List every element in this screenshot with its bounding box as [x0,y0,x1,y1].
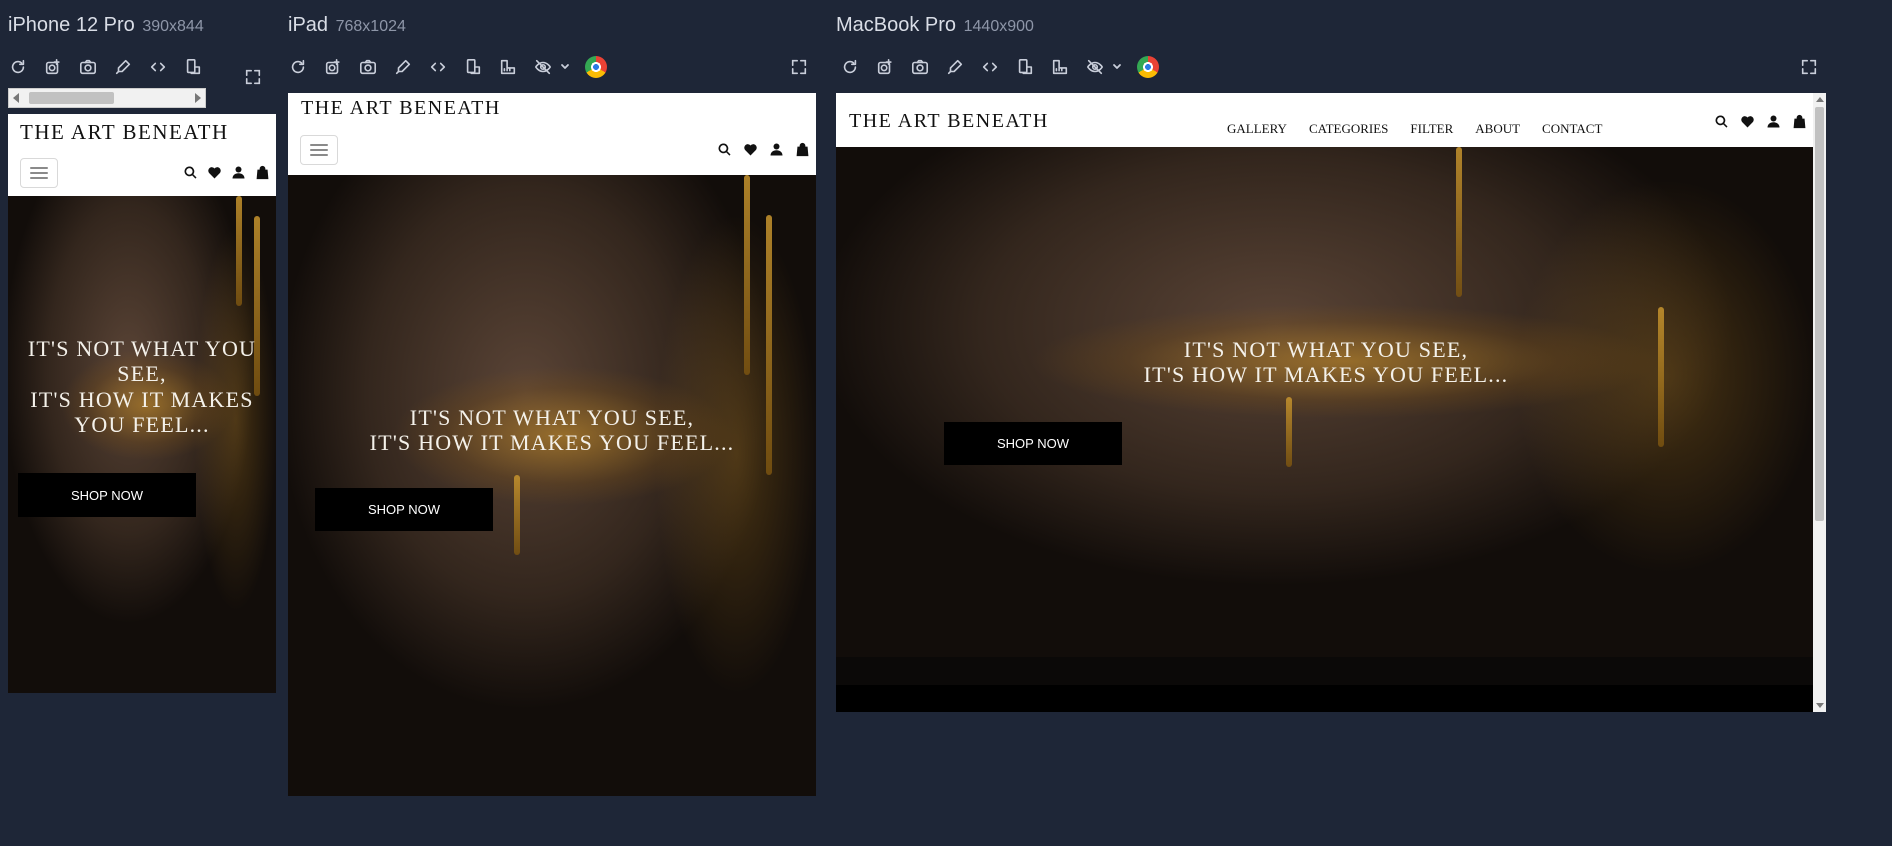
device-toolbar [840,54,1159,80]
hero-section: IT'S NOT WHAT YOU SEE, IT'S HOW IT MAKES… [8,196,276,693]
user-icon[interactable] [1763,111,1783,131]
gold-drip [1456,147,1462,297]
iphone-screen: THE ART BENEATH IT'S NOT WHAT YOU SEE, I… [8,114,276,693]
hamburger-icon [310,144,328,156]
gold-drip [514,475,520,555]
ruler-icon[interactable] [1050,57,1070,77]
fullscreen-icon[interactable] [1800,58,1818,81]
hide-icon[interactable] [1085,57,1105,77]
screenshot-target-icon[interactable] [875,57,895,77]
hero-headline: IT'S NOT WHAT YOU SEE, IT'S HOW IT MAKES… [1143,337,1509,388]
hero-headline: IT'S NOT WHAT YOU SEE, IT'S HOW IT MAKES… [27,336,257,437]
scroll-down-arrow[interactable] [1816,703,1824,708]
user-icon[interactable] [228,162,248,182]
device-title: iPhone 12 Pro 390x844 [8,14,204,36]
heart-icon[interactable] [1737,111,1757,131]
rotate-device-icon[interactable] [463,57,483,77]
camera-icon[interactable] [358,57,378,77]
menu-toggle-button[interactable] [300,135,338,165]
vertical-scrollbar[interactable] [1813,93,1826,712]
search-icon[interactable] [714,139,734,159]
gold-drip [744,175,750,375]
brand-logo[interactable]: THE ART BENEATH [301,97,501,120]
rotate-device-icon[interactable] [183,57,203,77]
site-header: THE ART BENEATH [288,93,816,175]
chevron-down-icon[interactable] [1112,57,1122,77]
heart-icon[interactable] [204,162,224,182]
brand-logo[interactable]: THE ART BENEATH [20,120,229,145]
code-icon[interactable] [428,57,448,77]
browser-logo-icon[interactable] [585,56,607,78]
code-icon[interactable] [148,57,168,77]
nav-about[interactable]: ABOUT [1475,121,1520,137]
hero-image [288,175,816,796]
horizontal-scrollbar[interactable] [8,88,206,108]
scroll-right-arrow[interactable] [195,93,201,103]
hero-headline: IT'S NOT WHAT YOU SEE, IT'S HOW IT MAKES… [369,405,735,456]
fullscreen-icon[interactable] [790,58,808,81]
nav-categories[interactable]: CATEGORIES [1309,121,1388,137]
hide-icon[interactable] [533,57,553,77]
code-icon[interactable] [980,57,1000,77]
ipad-screen: THE ART BENEATH IT'S NOT WHAT YOU SEE, I… [288,93,816,796]
shopping-bag-icon[interactable] [792,139,812,159]
search-icon[interactable] [1711,111,1731,131]
reload-icon[interactable] [8,57,28,77]
fullscreen-icon[interactable] [244,68,262,91]
scroll-thumb[interactable] [29,92,114,104]
scroll-up-arrow[interactable] [1816,97,1824,102]
device-title: iPad 768x1024 [288,14,406,36]
header-icons [180,162,272,182]
device-toolbar [8,54,203,80]
camera-icon[interactable] [910,57,930,77]
screenshot-target-icon[interactable] [43,57,63,77]
site-header: THE ART BENEATH [8,114,276,196]
nav-gallery[interactable]: GALLERY [1227,121,1287,137]
gold-drip [1286,397,1292,467]
eyedropper-icon[interactable] [393,57,413,77]
eyedropper-icon[interactable] [113,57,133,77]
shop-now-button[interactable]: SHOP NOW [315,488,493,531]
user-icon[interactable] [766,139,786,159]
hamburger-icon [30,167,48,179]
nav-contact[interactable]: CONTACT [1542,121,1602,137]
header-icons [1711,111,1809,131]
shop-now-button[interactable]: SHOP NOW [18,473,196,517]
main-nav: GALLERY CATEGORIES FILTER ABOUT CONTACT [1227,121,1602,137]
heart-icon[interactable] [740,139,760,159]
chevron-down-icon[interactable] [560,57,570,77]
shopping-bag-icon[interactable] [1789,111,1809,131]
hero-image [836,147,1813,657]
footer-strip [836,685,1813,712]
reload-icon[interactable] [840,57,860,77]
eyedropper-icon[interactable] [945,57,965,77]
hero-section: IT'S NOT WHAT YOU SEE, IT'S HOW IT MAKES… [836,147,1813,657]
brand-logo[interactable]: THE ART BENEATH [849,110,1049,133]
device-title: MacBook Pro 1440x900 [836,14,1034,36]
menu-toggle-button[interactable] [20,158,58,188]
header-icons [714,139,812,159]
reload-icon[interactable] [288,57,308,77]
ruler-icon[interactable] [498,57,518,77]
camera-icon[interactable] [78,57,98,77]
shopping-bag-icon[interactable] [252,162,272,182]
screenshot-target-icon[interactable] [323,57,343,77]
hero-section: IT'S NOT WHAT YOU SEE, IT'S HOW IT MAKES… [288,175,816,796]
rotate-device-icon[interactable] [1015,57,1035,77]
scroll-left-arrow[interactable] [13,93,19,103]
nav-filter[interactable]: FILTER [1410,121,1453,137]
site-header: THE ART BENEATH GALLERY CATEGORIES FILTE… [836,93,1813,147]
macbook-screen: THE ART BENEATH GALLERY CATEGORIES FILTE… [836,93,1826,712]
gold-drip [1658,307,1664,447]
gold-drip [236,196,242,306]
shop-now-button[interactable]: SHOP NOW [944,422,1122,465]
scroll-thumb[interactable] [1815,107,1824,521]
browser-logo-icon[interactable] [1137,56,1159,78]
search-icon[interactable] [180,162,200,182]
device-toolbar [288,54,607,80]
